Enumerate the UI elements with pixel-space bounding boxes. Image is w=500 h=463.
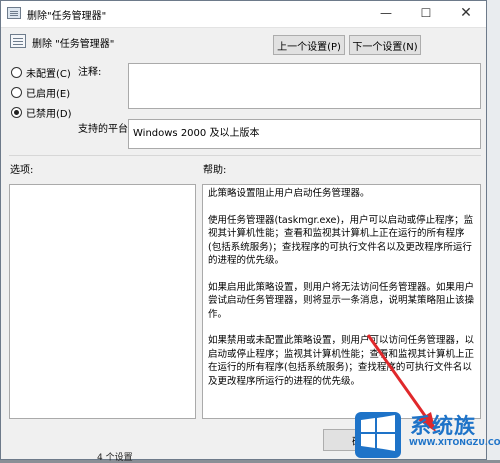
previous-setting-button[interactable]: 上一个设置(P) bbox=[273, 35, 345, 55]
radio-disabled[interactable]: 已禁用(D) bbox=[11, 105, 72, 120]
minimize-button[interactable]: — bbox=[366, 1, 406, 27]
help-paragraph: 如果禁用或未配置此策略设置，则用户可以访问任务管理器，以启动或停止程序；监视其计… bbox=[208, 335, 475, 387]
comment-textarea[interactable] bbox=[128, 63, 481, 109]
watermark-brand: 系统族 bbox=[410, 414, 476, 438]
radio-not-configured-circle[interactable] bbox=[11, 67, 22, 78]
policy-name: 删除 "任务管理器" bbox=[32, 39, 115, 50]
policy-icon bbox=[10, 34, 26, 48]
radio-enabled-label: 已启用(E) bbox=[26, 89, 71, 100]
help-panel: 此策略设置阻止用户启动任务管理器。 使用任务管理器(taskmgr.exe)，用… bbox=[202, 184, 481, 419]
help-paragraph: 如果启用此策略设置，则用户将无法访问任务管理器。如果用户尝试启动任务管理器，则将… bbox=[208, 281, 475, 320]
options-panel bbox=[9, 184, 196, 419]
window-title: 删除"任务管理器" bbox=[27, 11, 107, 22]
platform-field: Windows 2000 及以上版本 bbox=[128, 119, 481, 149]
comment-label: 注释: bbox=[78, 67, 102, 78]
options-label: 选项: bbox=[10, 165, 34, 176]
radio-not-configured[interactable]: 未配置(C) bbox=[11, 65, 71, 80]
radio-not-configured-label: 未配置(C) bbox=[26, 69, 71, 80]
help-paragraph: 使用任务管理器(taskmgr.exe)，用户可以启动或停止程序；监视其计算机性… bbox=[208, 214, 474, 267]
background-window-edge bbox=[487, 0, 500, 460]
watermark-url: WWW.XITONGZU.COM bbox=[409, 438, 500, 447]
policy-settings-icon bbox=[7, 7, 21, 19]
radio-enabled[interactable]: 已启用(E) bbox=[11, 85, 70, 100]
background-status-text: 4 个设置 bbox=[97, 453, 133, 463]
next-setting-button[interactable]: 下一个设置(N) bbox=[349, 35, 421, 55]
radio-enabled-circle[interactable] bbox=[11, 87, 22, 98]
close-button[interactable]: ✕ bbox=[446, 1, 486, 27]
radio-disabled-circle[interactable] bbox=[11, 107, 22, 118]
maximize-button[interactable]: ☐ bbox=[406, 1, 446, 27]
title-bar[interactable]: 删除"任务管理器" — ☐ ✕ bbox=[1, 1, 486, 28]
platform-label: 支持的平台: bbox=[78, 124, 132, 135]
radio-disabled-label: 已禁用(D) bbox=[26, 109, 72, 120]
policy-window: 删除"任务管理器" — ☐ ✕ 删除 "任务管理器" 上一个设置(P) 下一个设… bbox=[0, 0, 487, 460]
help-label: 帮助: bbox=[203, 165, 227, 176]
divider bbox=[9, 155, 481, 156]
help-paragraph: 此策略设置阻止用户启动任务管理器。 bbox=[208, 188, 370, 199]
